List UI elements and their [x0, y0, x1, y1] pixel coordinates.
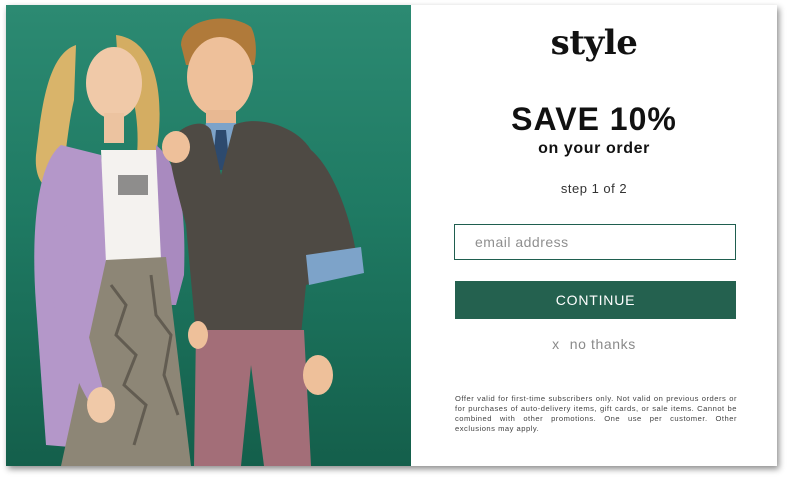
- models-photo: [6, 5, 411, 466]
- woman-face: [86, 47, 142, 119]
- woman-hand: [87, 387, 115, 423]
- man-hand-right: [303, 355, 333, 395]
- woman-shirt: [101, 150, 161, 263]
- signup-modal: style SAVE 10% on your order step 1 of 2…: [6, 5, 777, 466]
- models-photo-illustration: [34, 18, 364, 466]
- step-indicator: step 1 of 2: [560, 181, 628, 196]
- woman-neck: [104, 113, 124, 143]
- signup-form-panel: style SAVE 10% on your order step 1 of 2…: [411, 5, 777, 466]
- continue-button[interactable]: CONTINUE: [455, 281, 736, 319]
- man-hand-shoulder: [162, 131, 190, 163]
- offer-headline: SAVE 10%: [511, 101, 677, 137]
- offer-subheadline: on your order: [538, 140, 650, 157]
- no-thanks-label[interactable]: no thanks: [570, 336, 636, 352]
- close-icon[interactable]: x: [552, 336, 560, 352]
- brand-logo: style: [550, 23, 638, 63]
- no-thanks-link[interactable]: x no thanks: [411, 336, 777, 352]
- offer-disclaimer: Offer valid for first-time subscribers o…: [455, 394, 737, 433]
- man-sweater: [169, 121, 357, 335]
- email-input[interactable]: [454, 224, 736, 260]
- man-face: [187, 37, 253, 117]
- man-trousers: [194, 330, 311, 466]
- woman-shirt-graphic: [118, 175, 148, 195]
- man-hand-pocket: [188, 321, 208, 349]
